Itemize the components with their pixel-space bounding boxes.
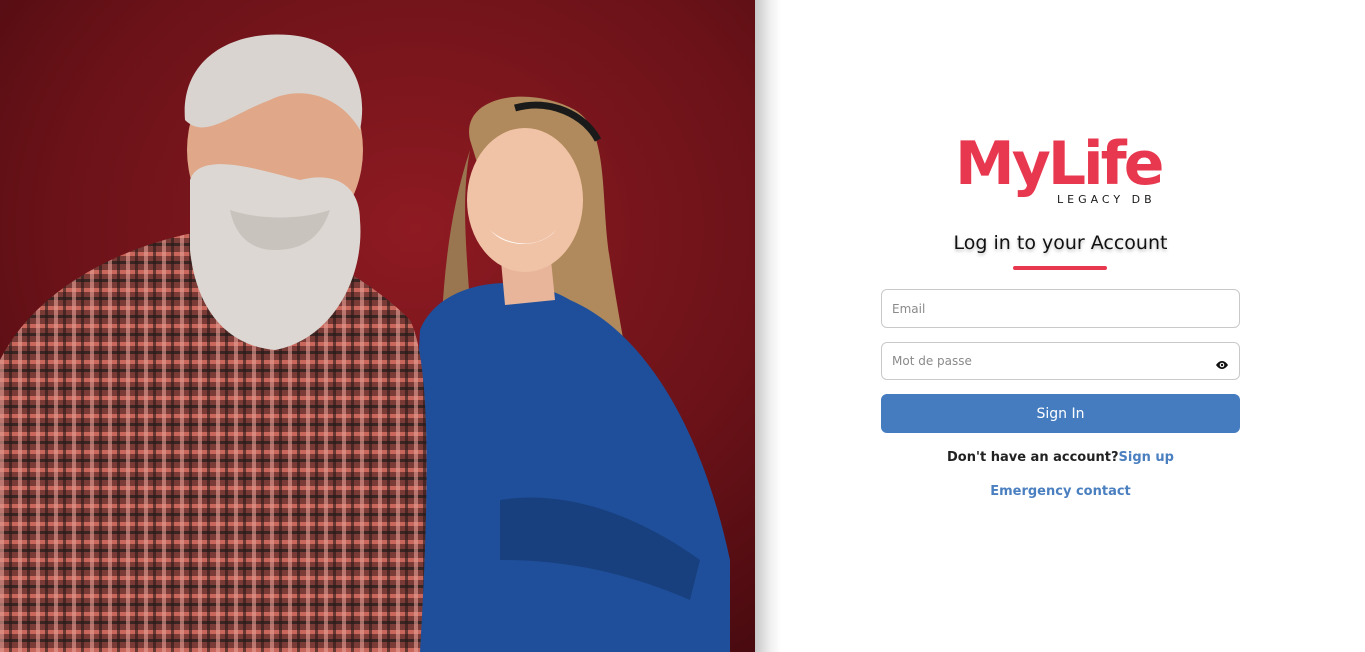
email-field[interactable] — [881, 289, 1240, 328]
hero-photo — [0, 0, 755, 652]
no-account-text: Don't have an account? — [947, 450, 1119, 465]
login-panel: MyLife LEGACY DB Log in to your Account … — [881, 0, 1240, 652]
password-input[interactable] — [882, 343, 1239, 379]
signup-prompt: Don't have an account?Sign up — [881, 450, 1240, 465]
password-field[interactable] — [881, 342, 1240, 380]
email-input[interactable] — [882, 290, 1239, 327]
svg-text:MyLife: MyLife — [955, 129, 1162, 199]
people-photo-illustration — [0, 0, 755, 652]
page-title: Log in to your Account — [953, 232, 1168, 254]
title-underline — [1013, 266, 1107, 270]
panel-divider-shadow — [755, 0, 781, 652]
emergency-contact-link[interactable]: Emergency contact — [990, 484, 1131, 499]
emergency-contact-row: Emergency contact — [881, 484, 1240, 499]
svg-text:LEGACY DB: LEGACY DB — [1057, 193, 1156, 206]
brand-logo: MyLife LEGACY DB — [955, 128, 1167, 208]
sign-in-button[interactable]: Sign In — [881, 394, 1240, 433]
mylife-logo-icon: MyLife LEGACY DB — [955, 129, 1165, 206]
sign-up-link[interactable]: Sign up — [1119, 450, 1174, 465]
eye-icon[interactable] — [1215, 356, 1229, 369]
